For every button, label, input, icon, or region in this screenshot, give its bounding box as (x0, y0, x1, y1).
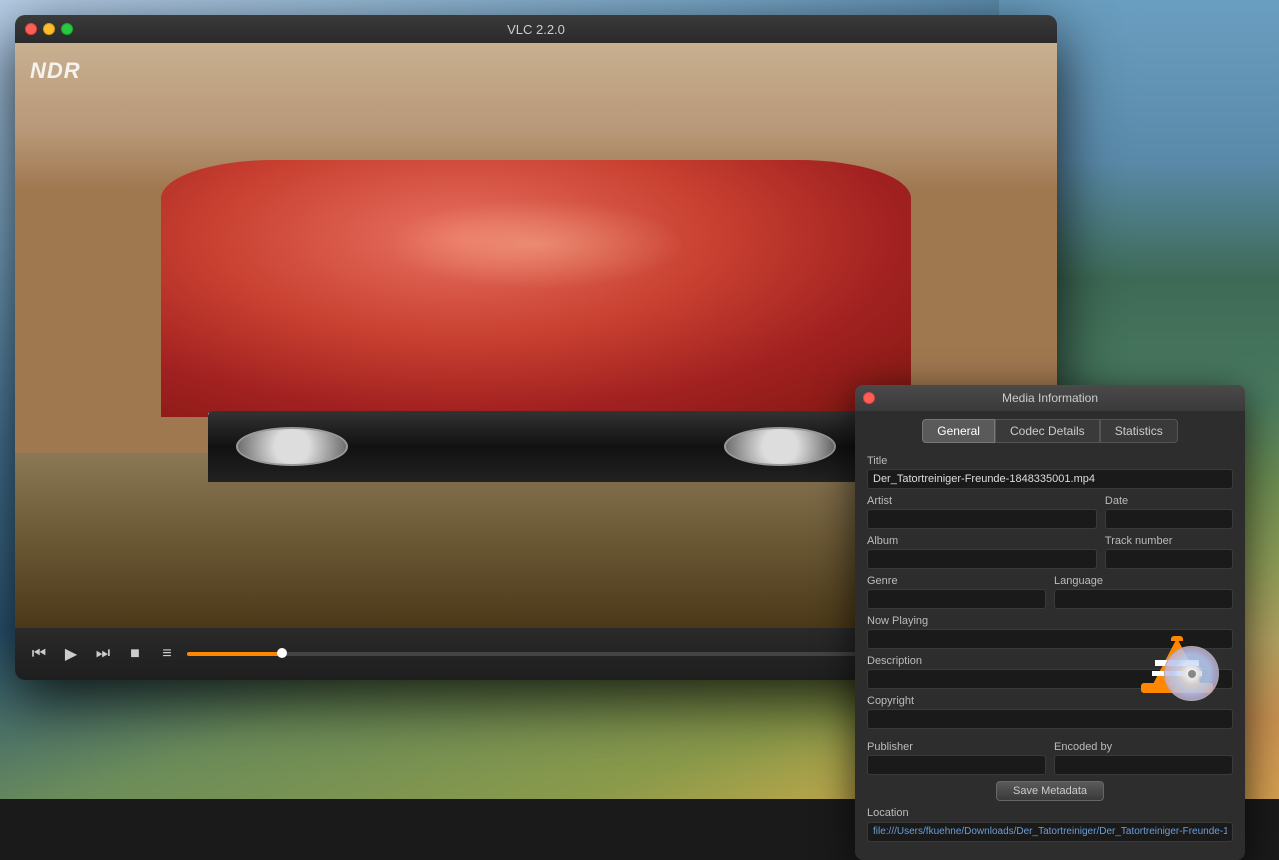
genre-field-group: Genre (867, 575, 1046, 609)
publisher-input[interactable] (867, 755, 1046, 775)
genre-label: Genre (867, 575, 1046, 587)
album-field-group: Album (867, 535, 1097, 569)
play-pause-button[interactable]: ▶ (59, 642, 83, 666)
title-label: Title (867, 455, 1233, 467)
title-input[interactable] (867, 469, 1233, 489)
panel-title: Media Information (1002, 391, 1098, 405)
vlc-title: VLC 2.2.0 (507, 22, 565, 37)
playlist-button[interactable]: ≡ (155, 642, 179, 666)
media-info-panel: Media Information General Codec Details … (855, 385, 1245, 860)
fast-forward-button[interactable]: ⏭ (91, 642, 115, 666)
title-field-group: Title (867, 455, 1233, 489)
panel-close-button[interactable] (863, 392, 875, 404)
language-input[interactable] (1054, 589, 1233, 609)
language-label: Language (1054, 575, 1233, 587)
artist-field-group: Artist (867, 495, 1097, 529)
track-number-field-group: Track number (1105, 535, 1233, 569)
vlc-titlebar: VLC 2.2.0 (15, 15, 1057, 43)
date-field-group: Date (1105, 495, 1233, 529)
publisher-label: Publisher (867, 741, 1046, 753)
close-button[interactable] (25, 23, 37, 35)
save-metadata-button[interactable]: Save Metadata (996, 781, 1104, 801)
album-label: Album (867, 535, 1097, 547)
publisher-field-group: Publisher (867, 741, 1046, 775)
artist-label: Artist (867, 495, 1097, 507)
maximize-button[interactable] (61, 23, 73, 35)
date-input[interactable] (1105, 509, 1233, 529)
encoded-by-input[interactable] (1054, 755, 1233, 775)
rewind-button[interactable]: ⏮ (27, 642, 51, 666)
headlight-right (724, 427, 837, 466)
panel-titlebar: Media Information (855, 385, 1245, 411)
car-hood-highlight (386, 199, 686, 289)
genre-language-row: Genre Language (867, 575, 1233, 609)
traffic-lights (25, 23, 73, 35)
genre-input[interactable] (867, 589, 1046, 609)
ndr-watermark: NDR (30, 58, 81, 84)
car-hood (161, 160, 911, 417)
vlc-cone-icon (1133, 615, 1221, 703)
date-label: Date (1105, 495, 1233, 507)
panel-content: Title Artist Date Album Track number (855, 447, 1245, 860)
headlight-left (236, 427, 349, 466)
progress-handle (277, 648, 287, 658)
disc-icon (1164, 646, 1219, 701)
artist-input[interactable] (867, 509, 1097, 529)
now-playing-logo-row: Now Playing Description Copyright (867, 615, 1233, 735)
panel-tabs: General Codec Details Statistics (855, 411, 1245, 447)
tab-codec-details[interactable]: Codec Details (995, 419, 1100, 443)
encoded-by-field-group: Encoded by (1054, 741, 1233, 775)
artist-date-row: Artist Date (867, 495, 1233, 529)
disc-hole (1188, 670, 1196, 678)
stop-button[interactable]: ■ (123, 642, 147, 666)
encoded-by-label: Encoded by (1054, 741, 1233, 753)
publisher-encoded-row: Publisher Encoded by (867, 741, 1233, 775)
progress-fill (187, 652, 282, 656)
language-field-group: Language (1054, 575, 1233, 609)
tab-statistics[interactable]: Statistics (1100, 419, 1178, 443)
track-number-label: Track number (1105, 535, 1233, 547)
track-number-input[interactable] (1105, 549, 1233, 569)
vlc-logo (1133, 615, 1221, 705)
location-label: Location (867, 807, 1233, 819)
location-field-group: Location (867, 807, 1233, 842)
copyright-input[interactable] (867, 709, 1233, 729)
album-input[interactable] (867, 549, 1097, 569)
tab-general[interactable]: General (922, 419, 995, 443)
album-track-row: Album Track number (867, 535, 1233, 569)
location-input[interactable] (867, 822, 1233, 842)
minimize-button[interactable] (43, 23, 55, 35)
